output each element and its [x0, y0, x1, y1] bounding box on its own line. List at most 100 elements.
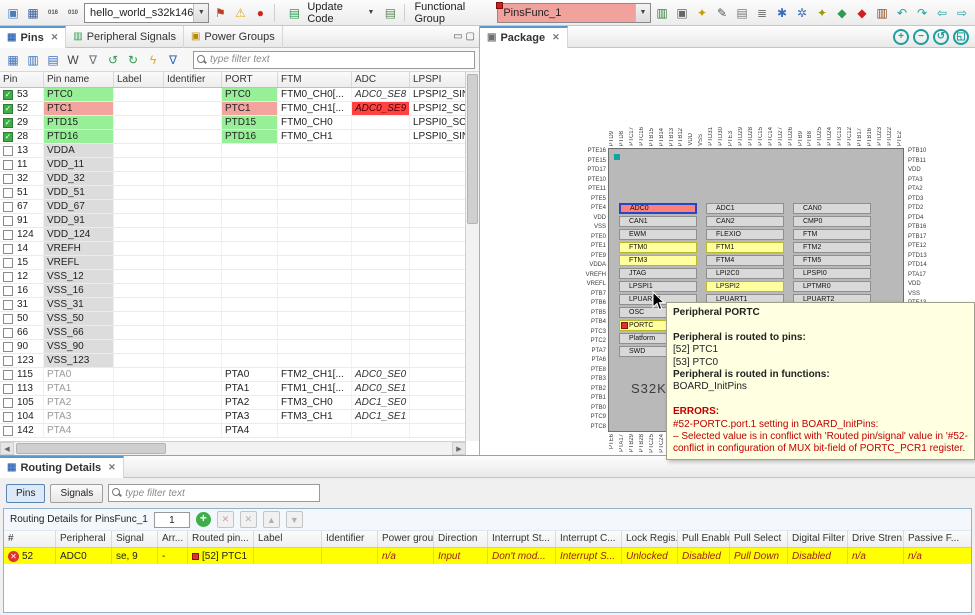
close-icon[interactable]: ✕ — [51, 32, 59, 43]
peripheral-box-ftm0[interactable]: FTM0 — [619, 242, 697, 253]
pin-row-14[interactable]: 14 VREFH — [0, 242, 466, 256]
peripheral-box-jtag[interactable]: JTAG — [619, 268, 697, 279]
label-cell[interactable] — [114, 424, 164, 437]
word-wrap-icon[interactable]: W — [64, 51, 82, 69]
peripheral-box-ftm2[interactable]: FTM2 — [793, 242, 871, 253]
routing-column-header[interactable]: Pull Select — [730, 531, 788, 547]
lpspi-cell[interactable] — [410, 396, 466, 409]
pin-name-cell[interactable]: VDD_32 — [44, 172, 114, 185]
identifier-cell[interactable] — [164, 256, 222, 269]
ftm-cell[interactable]: FTM3_CH0 — [278, 396, 352, 409]
pins-toggle-button[interactable]: Pins — [6, 483, 46, 503]
identifier-cell[interactable] — [164, 284, 222, 297]
ftm-cell[interactable]: FTM2_CH1[... — [278, 368, 352, 381]
routing-cell[interactable]: ADC0 — [56, 548, 112, 564]
routing-column-header[interactable]: Peripheral — [56, 531, 112, 547]
identifier-cell[interactable] — [164, 144, 222, 157]
identifier-cell[interactable] — [164, 102, 222, 115]
peripheral-box-lpi2c0[interactable]: LPI2C0 — [706, 268, 784, 279]
error-badge-icon[interactable]: ● — [251, 4, 269, 22]
pin-row-50[interactable]: 50 VSS_50 — [0, 312, 466, 326]
routing-column-header[interactable]: Drive Stren... — [848, 531, 904, 547]
pin-name-cell[interactable]: VSS_12 — [44, 270, 114, 283]
port-cell[interactable]: PTA4 — [222, 424, 278, 437]
pin-name-cell[interactable]: PTA0 — [44, 368, 114, 381]
pin-name-cell[interactable]: VDD_67 — [44, 200, 114, 213]
identifier-cell[interactable] — [164, 312, 222, 325]
pin-checkbox[interactable] — [3, 285, 13, 296]
label-cell[interactable] — [114, 340, 164, 353]
lpspi-cell[interactable] — [410, 298, 466, 311]
routing-cell[interactable]: Don't mod... — [488, 548, 556, 564]
peripheral-box-lpspi2[interactable]: LPSPI2 — [706, 281, 784, 292]
adc-cell[interactable]: ADC0_SE1 — [352, 382, 410, 395]
identifier-cell[interactable] — [164, 116, 222, 129]
pin-checkbox[interactable] — [3, 173, 13, 184]
row-count-field[interactable]: 1 — [153, 511, 190, 528]
pin-row-142[interactable]: 142 PTA4 PTA4 — [0, 424, 466, 438]
identifier-cell[interactable] — [164, 368, 222, 381]
column-header-pin-name[interactable]: Pin name — [44, 72, 114, 87]
pin-checkbox[interactable] — [3, 159, 13, 170]
identifier-cell[interactable] — [164, 340, 222, 353]
library-icon[interactable]: ▥ — [653, 4, 671, 22]
ftm-cell[interactable]: FTM0_CH1 — [278, 130, 352, 143]
ftm-cell[interactable] — [278, 298, 352, 311]
lpspi-cell[interactable] — [410, 368, 466, 381]
adc-cell[interactable] — [352, 228, 410, 241]
routing-cell[interactable]: [52] PTC1 — [188, 548, 254, 564]
pin-red-icon[interactable]: ◆ — [853, 4, 871, 22]
pin-checkbox[interactable] — [3, 397, 13, 408]
pin-row-104[interactable]: 104 PTA3 PTA3 FTM3_CH1 ADC1_SE1 — [0, 410, 466, 424]
pin-row-16[interactable]: 16 VSS_16 — [0, 284, 466, 298]
rotate-cw-icon[interactable]: ↻ — [124, 51, 142, 69]
ftm-cell[interactable] — [278, 256, 352, 269]
pin-checkbox[interactable] — [3, 299, 13, 310]
pin-name-cell[interactable]: PTA1 — [44, 382, 114, 395]
peripheral-box-flexio[interactable]: FLEXIO — [706, 229, 784, 240]
undo-icon[interactable]: ↶ — [893, 4, 911, 22]
pin-checkbox[interactable] — [3, 411, 13, 422]
ftm-cell[interactable] — [278, 186, 352, 199]
pin-checkbox[interactable]: ✓ — [3, 131, 13, 142]
column-header-ftm[interactable]: FTM — [278, 72, 352, 87]
routing-column-header[interactable]: Signal — [112, 531, 158, 547]
label-cell[interactable] — [114, 144, 164, 157]
adc-cell[interactable] — [352, 186, 410, 199]
lpspi-cell[interactable] — [410, 172, 466, 185]
ftm-cell[interactable]: FTM0_CH1[... — [278, 102, 352, 115]
pin-checkbox[interactable] — [3, 313, 13, 324]
chevron-down-icon[interactable]: ▼ — [635, 3, 651, 22]
lpspi-cell[interactable] — [410, 214, 466, 227]
routing-column-header[interactable]: Interrupt St... — [488, 531, 556, 547]
routing-column-header[interactable]: Arr... — [158, 531, 188, 547]
label-cell[interactable] — [114, 200, 164, 213]
adc-cell[interactable] — [352, 340, 410, 353]
pin-name-cell[interactable]: PTA4 — [44, 424, 114, 437]
save-icon[interactable]: ▦ — [24, 4, 42, 22]
label-cell[interactable] — [114, 158, 164, 171]
table-columns-icon[interactable]: ▥ — [24, 51, 42, 69]
close-icon[interactable]: ✕ — [552, 32, 560, 43]
adc-cell[interactable] — [352, 256, 410, 269]
routing-column-header[interactable]: Direction — [434, 531, 488, 547]
pin-checkbox[interactable] — [3, 341, 13, 352]
port-cell[interactable]: PTA2 — [222, 396, 278, 409]
identifier-cell[interactable] — [164, 410, 222, 423]
ftm-cell[interactable] — [278, 312, 352, 325]
move-down-button[interactable]: ▼ — [285, 511, 303, 528]
column-header-label[interactable]: Label — [114, 72, 164, 87]
peripheral-box-adc1[interactable]: ADC1 — [706, 203, 784, 214]
tab-package[interactable]: ▣ Package ✕ — [480, 25, 568, 48]
routing-cell[interactable]: Input — [434, 548, 488, 564]
port-cell[interactable] — [222, 172, 278, 185]
pin-row-13[interactable]: 13 VDDA — [0, 144, 466, 158]
adc-cell[interactable] — [352, 158, 410, 171]
pin-checkbox[interactable] — [3, 215, 13, 226]
pin-row-52[interactable]: ✓52PTC1PTC1FTM0_CH1[...ADC0_SE9LPSPI2_SO… — [0, 102, 466, 116]
label-cell[interactable] — [114, 116, 164, 129]
back-icon[interactable]: ⇦ — [933, 4, 951, 22]
pin-green-icon[interactable]: ◆ — [833, 4, 851, 22]
identifier-cell[interactable] — [164, 326, 222, 339]
wrench-icon[interactable]: ✦ — [693, 4, 711, 22]
